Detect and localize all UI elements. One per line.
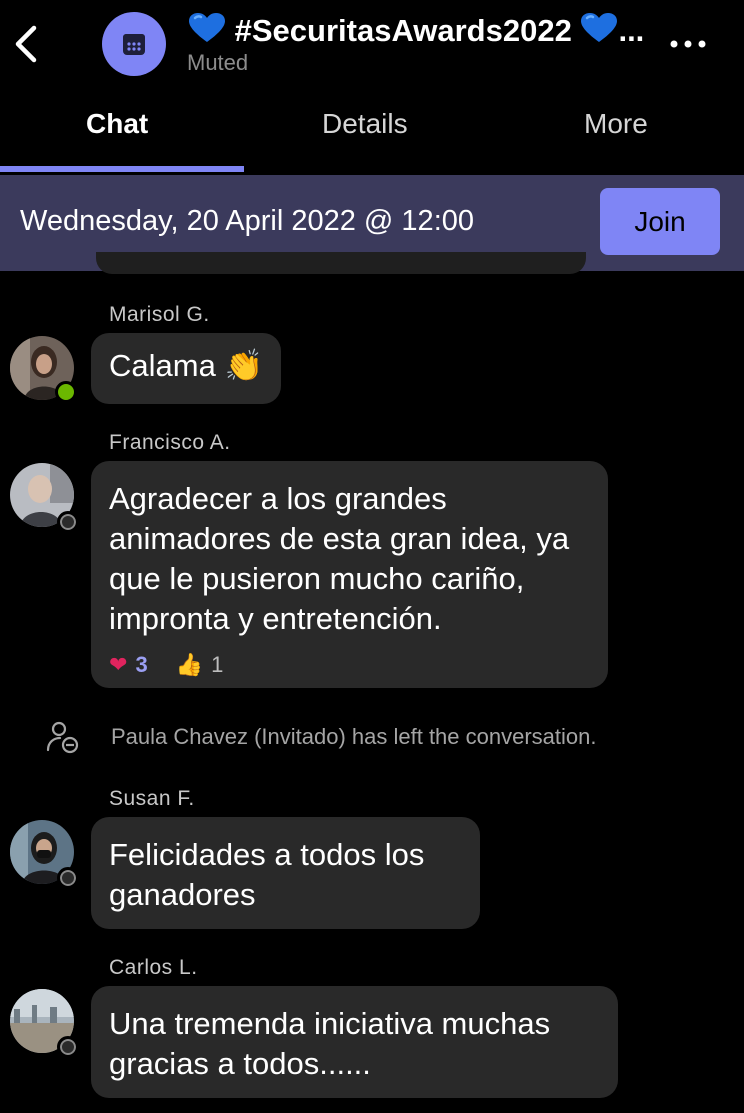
previous-message-bubble <box>96 252 586 274</box>
heart-reaction-count: 3 <box>135 652 148 677</box>
join-button[interactable]: Join <box>600 188 720 255</box>
message-bubble[interactable]: Una tremenda iniciativa muchas gracias a… <box>91 986 618 1098</box>
sender-name: Carlos L. <box>109 956 198 979</box>
more-horizontal-icon <box>670 40 706 48</box>
chat-title[interactable]: #SecuritasAwards2022 ... <box>188 12 644 49</box>
blue-heart-icon <box>189 13 225 42</box>
tab-bar: Chat Details More <box>0 88 744 174</box>
calendar-icon <box>123 34 145 55</box>
back-button[interactable] <box>10 22 50 66</box>
thumbs-up-reaction-icon[interactable]: 👍 <box>176 645 203 685</box>
person-left-icon <box>46 721 79 754</box>
presence-online-badge <box>55 381 77 403</box>
tab-more[interactable]: More <box>584 108 648 140</box>
presence-away-badge <box>57 511 79 533</box>
meeting-date: Wednesday, 20 April 2022 @ 12:00 <box>20 205 475 237</box>
clapping-hands-icon: 👏 <box>224 348 264 383</box>
thumbs-up-reaction-count: 1 <box>211 652 224 677</box>
system-event-text: Paula Chavez (Invitado) has left the con… <box>111 724 597 749</box>
group-avatar[interactable] <box>102 12 166 76</box>
message-text: Una tremenda iniciativa muchas gracias a… <box>109 1006 551 1081</box>
sender-name: Susan F. <box>109 787 195 810</box>
sender-name: Francisco A. <box>109 431 231 454</box>
message-bubble[interactable]: Felicidades a todos los ganadores <box>91 817 480 929</box>
sender-name: Marisol G. <box>109 303 210 326</box>
tab-details[interactable]: Details <box>322 108 408 140</box>
presence-away-badge <box>57 867 79 889</box>
presence-away-badge <box>57 1036 79 1058</box>
muted-status: Muted <box>187 50 249 75</box>
title-ellipsis: ... <box>618 13 645 48</box>
chevron-left-icon <box>15 25 37 63</box>
message-bubble[interactable]: Calama 👏 <box>91 333 282 404</box>
active-tab-indicator <box>0 166 244 172</box>
system-event: Paula Chavez (Invitado) has left the con… <box>46 718 736 758</box>
blue-heart-icon <box>581 13 618 42</box>
message-text: Agradecer a los grandes animadores de es… <box>109 481 570 636</box>
reactions-bar[interactable]: ❤ 3 👍 1 <box>109 645 590 685</box>
message-text: Calama <box>109 348 216 383</box>
tab-chat[interactable]: Chat <box>86 108 148 140</box>
chat-header: #SecuritasAwards2022 ... Muted <box>0 0 744 88</box>
chat-title-text: #SecuritasAwards2022 <box>234 13 572 48</box>
more-options-button[interactable] <box>666 30 710 58</box>
message-text: Felicidades a todos los ganadores <box>109 837 425 912</box>
message-bubble[interactable]: Agradecer a los grandes animadores de es… <box>91 461 608 688</box>
heart-reaction-icon[interactable]: ❤ <box>109 645 127 685</box>
